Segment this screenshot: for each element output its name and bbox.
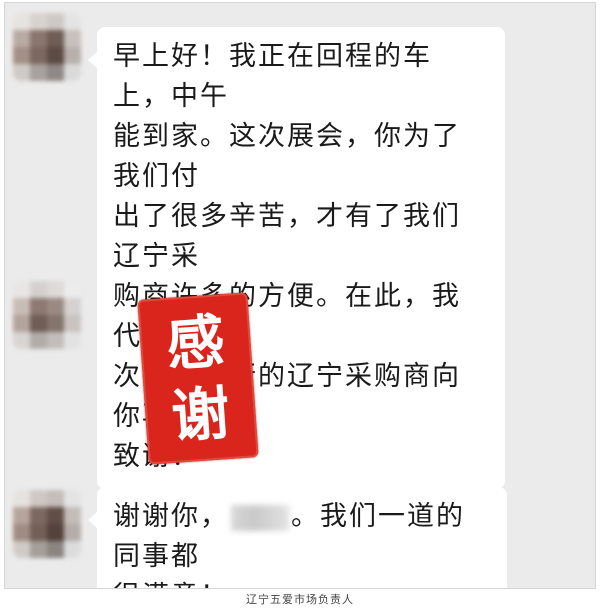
- image-caption: 辽宁五爱市场负责人: [246, 593, 354, 606]
- message-text: 谢谢你，: [113, 501, 229, 532]
- sender-avatar[interactable]: [13, 281, 81, 349]
- message-text: 很满意！: [113, 581, 229, 588]
- message-line: 早上好！我正在回程的车上，中午: [113, 41, 432, 112]
- chat-window: 早上好！我正在回程的车上，中午 能到家。这次展会，你为了我们付 出了很多辛苦，才…: [4, 2, 596, 589]
- message-line: 很满意！: [113, 577, 491, 590]
- stamp-char: 感: [164, 306, 227, 379]
- clapping-hands-icon: [242, 583, 272, 590]
- message-line: 出了很多辛苦，才有了我们辽宁采: [113, 201, 461, 272]
- sender-avatar[interactable]: [13, 490, 81, 558]
- message-line: 谢谢你， 。我们一道的同事都: [113, 497, 491, 577]
- message-line: 能到家。这次展会，你为了我们付: [113, 121, 461, 192]
- sender-avatar[interactable]: [13, 13, 81, 81]
- message-bubble[interactable]: 谢谢你，。我们一道的同事都 很满意！: [88, 487, 507, 590]
- redacted-name: [231, 504, 289, 531]
- stamp-seal: 感 谢: [137, 292, 259, 465]
- thanks-sticker[interactable]: 感 谢: [137, 292, 259, 465]
- clapping-hands-icon: [284, 583, 314, 590]
- stamp-char: 谢: [169, 378, 232, 451]
